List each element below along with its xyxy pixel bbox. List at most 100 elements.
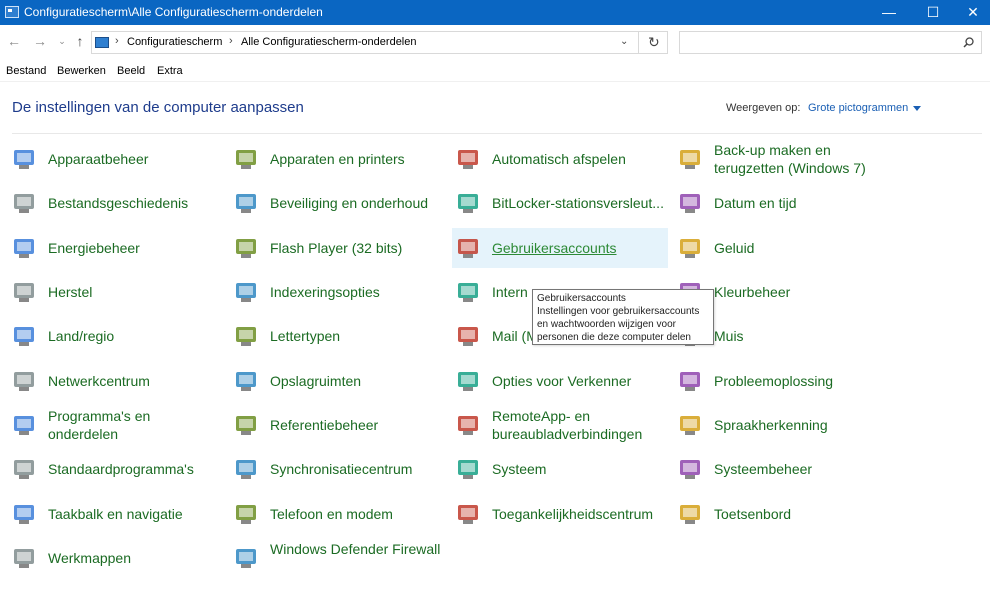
control-panel-item[interactable]: Synchronisatiecentrum [230,449,446,489]
item-label[interactable]: RemoteApp- en bureaubladverbindingen [492,407,668,443]
breadcrumb-all-items[interactable]: Alle Configuratiescherm-onderdelen [241,36,416,48]
item-label[interactable]: Netwerkcentrum [48,372,224,390]
control-panel-item[interactable]: Windows Defender Firewall [230,538,446,578]
recent-chevron-icon[interactable]: ⌄ [53,36,71,47]
control-panel-item[interactable]: Toegankelijkheidscentrum [452,494,668,534]
breadcrumb-separator-icon[interactable]: › [115,35,119,47]
control-panel-item[interactable]: Opslagruimten [230,361,446,401]
item-label[interactable]: Datum en tijd [714,194,890,212]
item-label[interactable]: Flash Player (32 bits) [270,239,446,257]
item-label[interactable]: Muis [714,327,890,345]
close-button[interactable]: ✕ [950,0,990,25]
item-label[interactable]: Land/regio [48,327,224,345]
item-label[interactable]: Gebruikersaccounts [492,239,668,257]
item-label[interactable]: Apparaten en printers [270,150,446,168]
item-label[interactable]: Windows Defender Firewall [270,540,446,558]
search-icon[interactable] [963,37,974,48]
menu-extra[interactable]: Extra [157,65,183,77]
item-label[interactable]: Standaardprogramma's [48,460,224,478]
item-label[interactable]: Geluid [714,239,890,257]
item-label[interactable]: Indexeringsopties [270,283,446,301]
up-arrow-icon[interactable]: ↑ [71,33,89,49]
item-label[interactable]: Toetsenbord [714,505,890,523]
item-label[interactable]: Probleemoplossing [714,372,890,390]
control-panel-item[interactable]: Geluid [674,228,890,268]
control-panel-item[interactable]: Probleemoplossing [674,361,890,401]
item-label[interactable]: Back-up maken en terugzetten (Windows 7) [714,141,890,177]
menu-file[interactable]: Bestand [6,65,46,77]
item-label[interactable]: Systeembeheer [714,460,890,478]
item-label[interactable]: Opslagruimten [270,372,446,390]
menu-bar: Bestand Bewerken Beeld Extra [0,63,990,80]
item-label[interactable]: Lettertypen [270,327,446,345]
control-panel-item[interactable]: Apparaten en printers [230,139,446,179]
control-panel-item[interactable]: Datum en tijd [674,183,890,223]
control-panel-item[interactable]: Automatisch afspelen [452,139,668,179]
control-panel-item[interactable]: Systeembeheer [674,449,890,489]
control-panel-item[interactable]: Energiebeheer [8,228,224,268]
breadcrumb-control-panel[interactable]: Configuratiescherm [127,36,222,48]
flag-icon [234,190,260,216]
control-panel-item[interactable]: Werkmappen [8,538,224,578]
control-panel-item[interactable]: BitLocker-stationsversleut... [452,183,668,223]
item-label[interactable]: Beveiliging en onderhoud [270,194,446,212]
control-panel-item[interactable]: Programma's en onderdelen [8,405,224,445]
refresh-icon[interactable]: ↻ [648,34,660,51]
control-panel-item[interactable]: Toetsenbord [674,494,890,534]
item-label[interactable]: Telefoon en modem [270,505,446,523]
backup-icon [678,146,704,172]
item-label[interactable]: Apparaatbeheer [48,150,224,168]
item-label[interactable]: Systeem [492,460,668,478]
item-label[interactable]: Synchronisatiecentrum [270,460,446,478]
menu-view[interactable]: Beeld [117,65,145,77]
control-panel-item[interactable]: RemoteApp- en bureaubladverbindingen [452,405,668,445]
control-panel-item[interactable]: Spraakherkenning [674,405,890,445]
forward-arrow-icon[interactable]: → [31,33,49,49]
breadcrumb-separator-icon[interactable]: › [229,35,233,47]
item-label[interactable]: Opties voor Verkenner [492,372,668,390]
control-panel-item[interactable]: Referentiebeheer [230,405,446,445]
control-panel-item[interactable]: Herstel [8,272,224,312]
control-panel-item[interactable]: Flash Player (32 bits) [230,228,446,268]
view-selector[interactable]: Grote pictogrammen [808,102,921,114]
item-label[interactable]: BitLocker-stationsversleut... [492,194,668,212]
item-label[interactable]: Spraakherkenning [714,416,890,434]
address-dropdown-icon[interactable]: ⌄ [620,36,628,47]
item-label[interactable]: Referentiebeheer [270,416,446,434]
control-panel-item[interactable]: Opties voor Verkenner [452,361,668,401]
control-panel-item[interactable]: Beveiliging en onderhoud [230,183,446,223]
control-panel-item[interactable]: Indexeringsopties [230,272,446,312]
bitlocker-icon [456,190,482,216]
item-label[interactable]: Bestandsgeschiedenis [48,194,224,212]
control-panel-item[interactable]: Taakbalk en navigatie [8,494,224,534]
minimize-button[interactable]: — [866,0,912,25]
item-label[interactable]: Toegankelijkheidscentrum [492,505,668,523]
control-panel-item[interactable]: Back-up maken en terugzetten (Windows 7) [674,139,890,179]
control-panel-item[interactable]: Lettertypen [230,316,446,356]
control-panel-item[interactable]: Gebruikersaccounts [452,228,668,268]
control-panel-item[interactable]: Land/regio [8,316,224,356]
item-label[interactable]: Werkmappen [48,549,224,567]
item-label[interactable]: Energiebeheer [48,239,224,257]
control-panel-item[interactable]: Standaardprogramma's [8,449,224,489]
back-arrow-icon[interactable]: ← [5,33,23,49]
control-panel-item[interactable]: Apparaatbeheer [8,139,224,179]
control-panel-item[interactable]: Bestandsgeschiedenis [8,183,224,223]
item-label[interactable]: Kleurbeheer [714,283,890,301]
default-programs-icon [12,456,38,482]
network-icon [12,368,38,394]
control-panel-icon [95,37,109,48]
control-panel-item[interactable]: Systeem [452,449,668,489]
recovery-icon [12,279,38,305]
control-panel-item[interactable]: Netwerkcentrum [8,361,224,401]
menu-edit[interactable]: Bewerken [57,65,106,77]
search-input[interactable] [679,31,982,54]
control-panel-item[interactable]: Telefoon en modem [230,494,446,534]
item-label[interactable]: Automatisch afspelen [492,150,668,168]
item-label[interactable]: Taakbalk en navigatie [48,505,224,523]
address-bar[interactable]: › Configuratiescherm › Alle Configuratie… [91,31,668,54]
item-label[interactable]: Herstel [48,283,224,301]
item-label[interactable]: Programma's en onderdelen [48,407,224,443]
header-divider [12,133,982,134]
internet-options-icon [456,279,482,305]
